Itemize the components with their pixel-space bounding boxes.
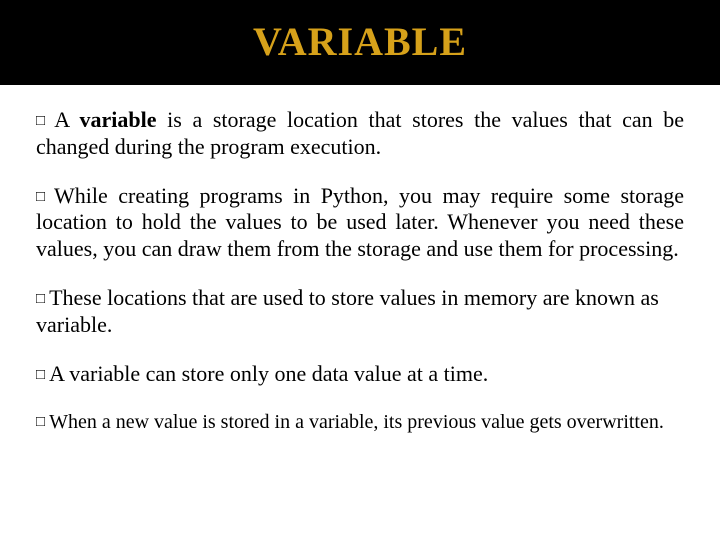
bullet-text: A variable can store only one data value… <box>49 361 488 386</box>
bullet-item: □While creating programs in Python, you … <box>36 183 684 263</box>
bullet-item: □When a new value is stored in a variabl… <box>36 410 684 434</box>
bullet-marker-icon: □ <box>36 366 45 383</box>
bullet-text: While creating programs in Python, you m… <box>36 183 684 262</box>
bullet-marker-icon: □ <box>36 290 45 307</box>
bullet-text: When a new value is stored in a variable… <box>49 411 664 433</box>
slide-content: □A variable is a storage location that s… <box>0 85 720 540</box>
bullet-item: □A variable is a storage location that s… <box>36 107 684 161</box>
slide-title: VARIABLE <box>253 19 467 64</box>
bullet-marker-icon: □ <box>36 188 50 205</box>
bullet-item: □A variable can store only one data valu… <box>36 361 684 388</box>
bullet-text-bold: variable <box>80 107 157 132</box>
title-bar: VARIABLE <box>0 0 720 85</box>
bullet-marker-icon: □ <box>36 413 45 430</box>
bullet-text-prefix: A <box>54 107 79 132</box>
bullet-marker-icon: □ <box>36 112 50 129</box>
bullet-item: □These locations that are used to store … <box>36 285 684 339</box>
bullet-text: These locations that are used to store v… <box>36 285 659 337</box>
slide: VARIABLE □A variable is a storage locati… <box>0 0 720 540</box>
